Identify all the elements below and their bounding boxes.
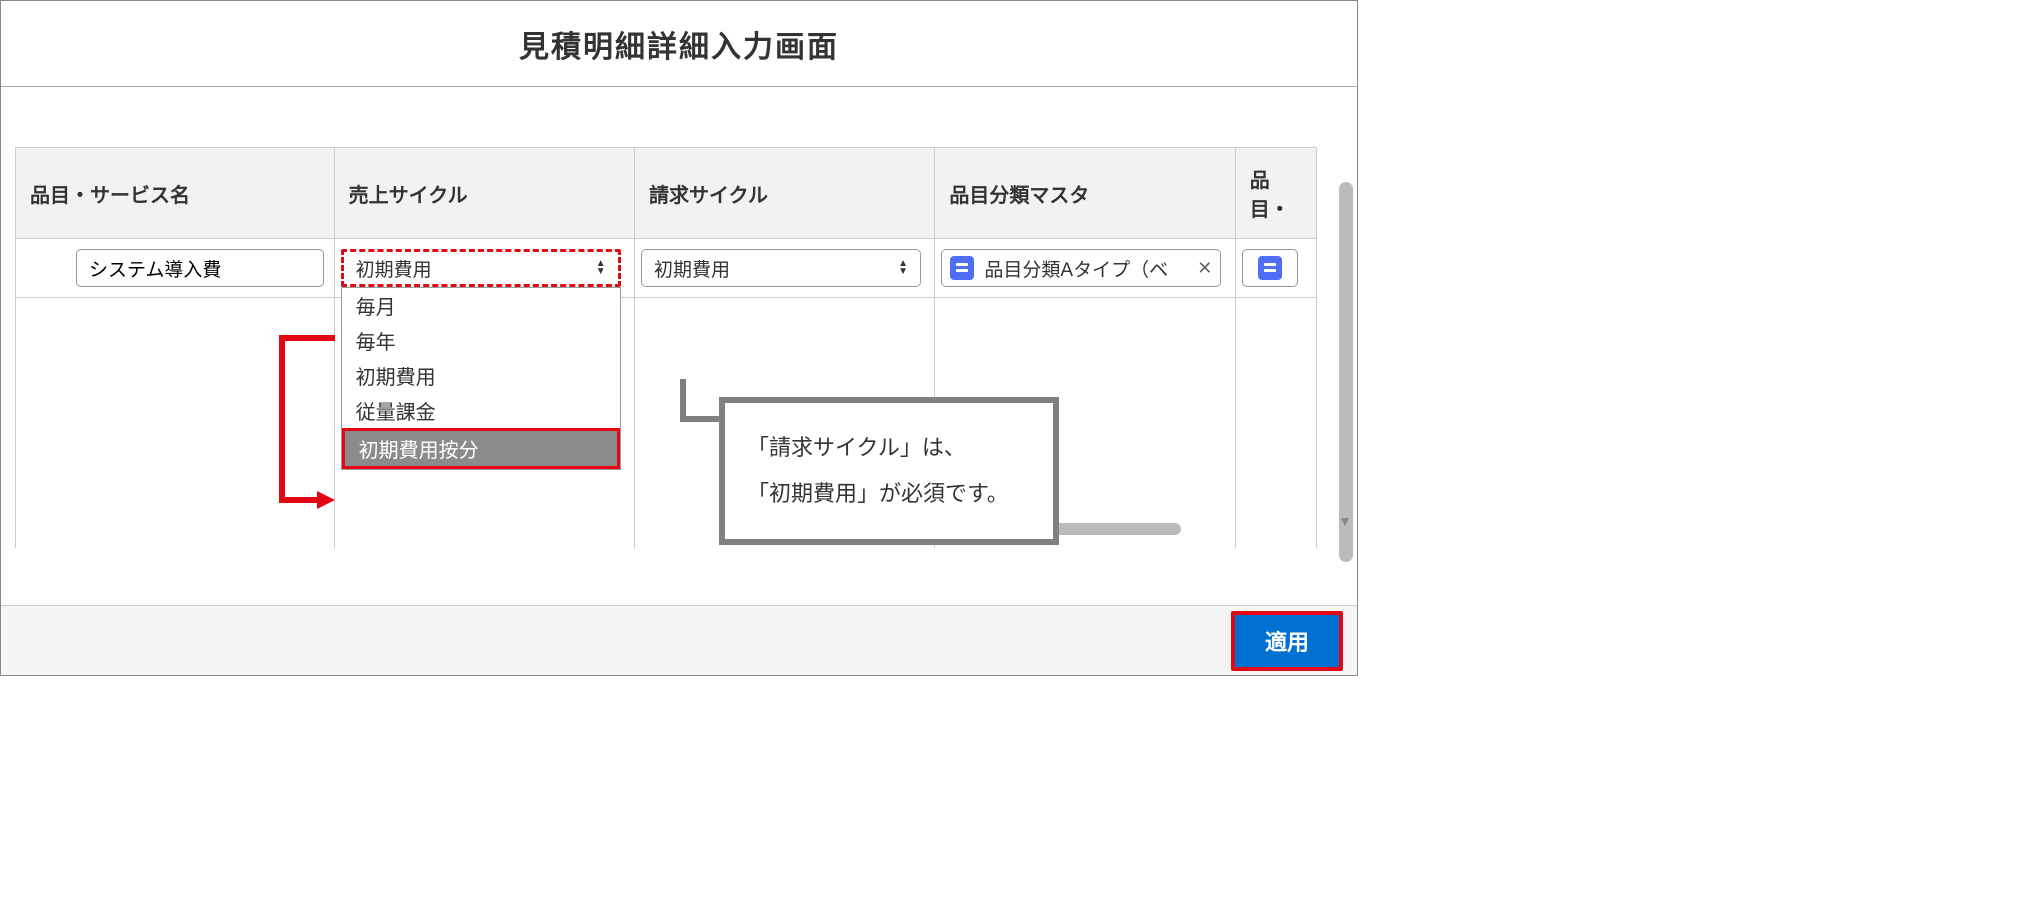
col-header-sales-cycle: 売上サイクル bbox=[334, 148, 634, 239]
vertical-scroll-thumb[interactable] bbox=[1339, 182, 1353, 562]
spinner-icon: ▲▼ bbox=[898, 260, 908, 276]
sales-cycle-option-initial[interactable]: 初期費用 bbox=[342, 358, 620, 393]
dialog-body: 品目・サービス名 売上サイクル 請求サイクル 品目分類マスタ 品目・ bbox=[1, 87, 1357, 605]
callout-line-2: 「初期費用」が必須です。 bbox=[747, 471, 1031, 517]
sales-cycle-option-yearly[interactable]: 毎年 bbox=[342, 323, 620, 358]
sales-cycle-select[interactable]: 初期費用 ▲▼ bbox=[341, 249, 621, 287]
table-row-empty bbox=[16, 298, 1317, 548]
lookup-record-icon bbox=[1258, 256, 1282, 280]
vertical-scrollbar[interactable] bbox=[1339, 182, 1353, 602]
item-lookup-truncated[interactable] bbox=[1242, 249, 1298, 287]
billing-cycle-selected-value: 初期費用 bbox=[654, 255, 730, 282]
col-header-service: 品目・サービス名 bbox=[16, 148, 335, 239]
sales-cycle-dropdown: 毎月 毎年 初期費用 従量課金 初期費用按分 bbox=[341, 287, 621, 470]
spinner-icon: ▲▼ bbox=[596, 260, 606, 276]
col-header-item-truncated: 品目・ bbox=[1235, 148, 1316, 239]
annotation-arrow bbox=[279, 335, 285, 503]
scroll-down-icon[interactable]: ▼ bbox=[1338, 513, 1352, 527]
sales-cycle-selected-value: 初期費用 bbox=[356, 255, 432, 282]
dialog-title: 見積明細詳細入力画面 bbox=[519, 22, 839, 66]
dialog-window: 見積明細詳細入力画面 品目・サービス名 売上サイクル 請求サイクル 品目分類マス… bbox=[0, 0, 1358, 676]
sales-cycle-option-initial-prorated[interactable]: 初期費用按分 bbox=[342, 428, 620, 469]
close-icon[interactable]: ✕ bbox=[1197, 258, 1212, 279]
sales-cycle-option-usage[interactable]: 従量課金 bbox=[342, 393, 620, 428]
detail-table: 品目・サービス名 売上サイクル 請求サイクル 品目分類マスタ 品目・ bbox=[15, 147, 1317, 548]
dialog-footer: 適用 bbox=[1, 605, 1357, 675]
col-header-billing-cycle: 請求サイクル bbox=[635, 148, 935, 239]
item-class-lookup-value: 品目分類Aタイプ（ベ bbox=[984, 255, 1168, 282]
service-name-input[interactable] bbox=[76, 249, 324, 287]
callout-line-1: 「請求サイクル」は、 bbox=[747, 425, 1031, 471]
col-header-item-class: 品目分類マスタ bbox=[935, 148, 1235, 239]
sales-cycle-option-monthly[interactable]: 毎月 bbox=[342, 288, 620, 323]
detail-table-wrap: 品目・サービス名 売上サイクル 請求サイクル 品目分類マスタ 品目・ bbox=[15, 147, 1317, 548]
lookup-record-icon bbox=[950, 256, 974, 280]
callout-box: 「請求サイクル」は、 「初期費用」が必須です。 bbox=[719, 397, 1059, 545]
item-class-lookup[interactable]: 品目分類Aタイプ（ベ ✕ bbox=[941, 249, 1221, 287]
apply-button[interactable]: 適用 bbox=[1231, 611, 1343, 671]
billing-cycle-select[interactable]: 初期費用 ▲▼ bbox=[641, 249, 921, 287]
dialog-header: 見積明細詳細入力画面 bbox=[1, 1, 1357, 87]
table-row: 初期費用 ▲▼ 毎月 毎年 初期費用 従量課金 初期費用按分 bbox=[16, 239, 1317, 298]
